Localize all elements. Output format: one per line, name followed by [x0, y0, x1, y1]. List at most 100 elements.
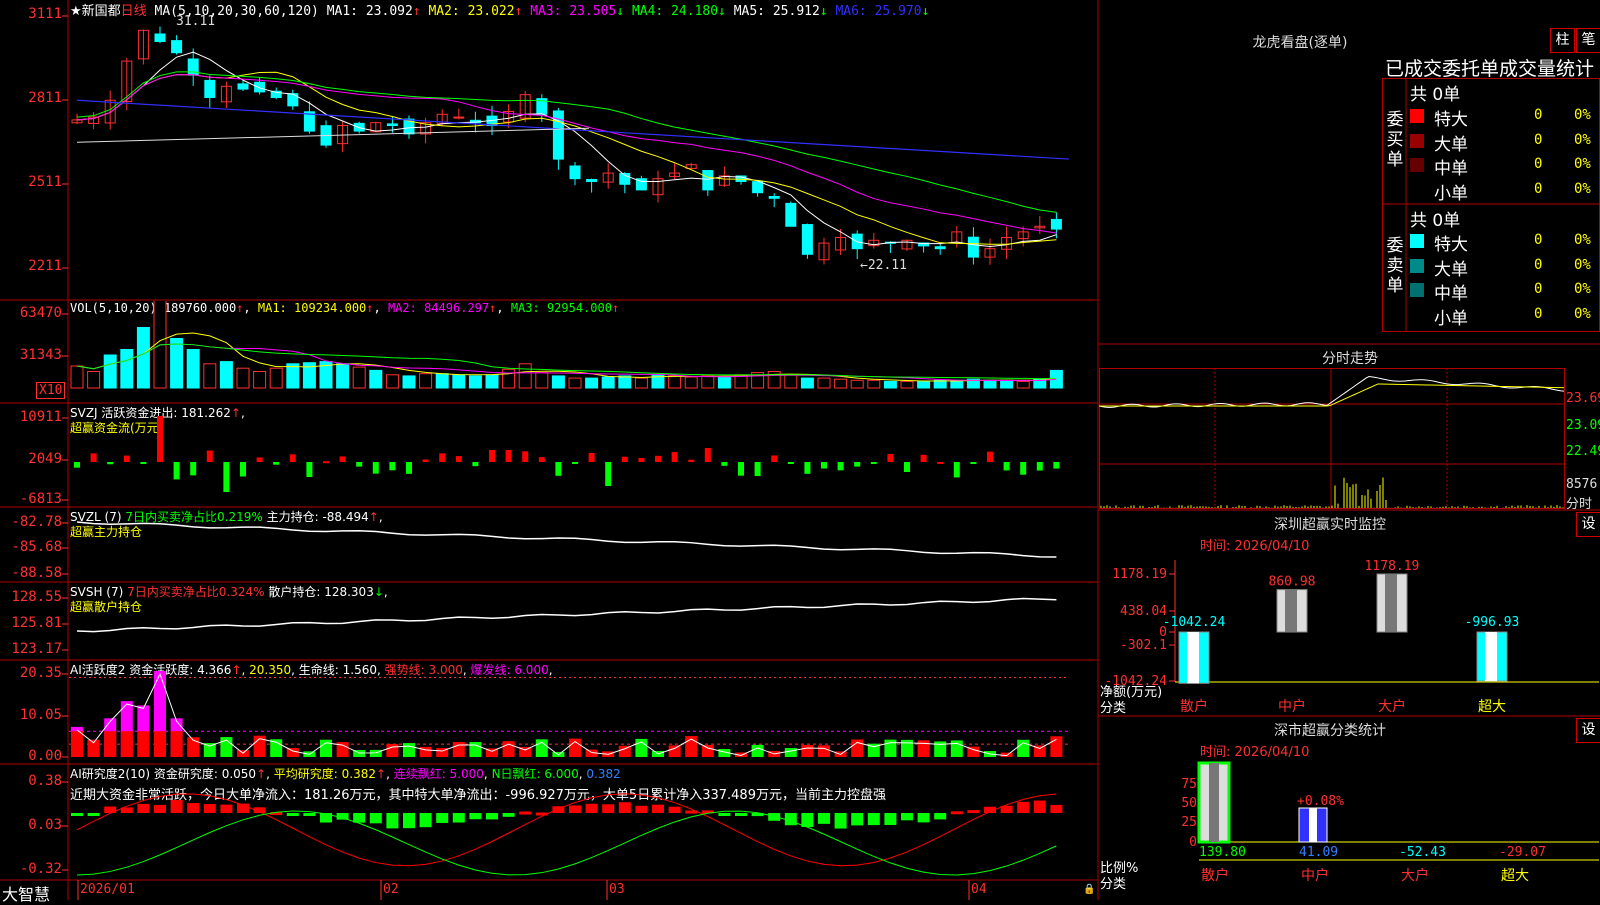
category-label: 超大 — [1501, 868, 1529, 884]
candle-body — [1050, 218, 1062, 230]
ma-line — [76, 99, 1070, 160]
volume-bar — [219, 361, 233, 389]
row-name: 特大 — [1434, 110, 1468, 130]
candle-body — [801, 224, 813, 255]
vol-tick: 63470 — [19, 305, 62, 321]
flow-bar — [1020, 462, 1027, 475]
ai1-tick: 20.35 — [19, 665, 62, 681]
monitor-tick: 1178.19 — [1112, 567, 1167, 582]
row-count: 0 — [1534, 232, 1543, 248]
flow-bar — [804, 462, 811, 474]
flow-bar — [771, 455, 778, 462]
ai2-chart[interactable] — [69, 765, 1097, 879]
vol-unit: X10 — [36, 382, 66, 399]
flow-bar — [173, 462, 180, 480]
research-bar — [569, 805, 581, 813]
date-label: 03 — [609, 882, 625, 897]
volume-bar — [369, 369, 383, 389]
research-bar — [934, 813, 947, 820]
research-bar — [187, 803, 200, 813]
tick-mode-button[interactable]: 笔 — [1576, 28, 1600, 53]
svsh-chart[interactable] — [69, 583, 1097, 659]
svzl-tick: -85.68 — [11, 539, 62, 555]
flow-bar — [787, 462, 794, 464]
monitor-chart[interactable]: 1178.19438.040-302.1-1042.24-1042.24860.… — [1099, 550, 1599, 715]
research-bar — [784, 813, 797, 826]
flow-bar — [837, 462, 844, 471]
research-bar — [220, 804, 233, 813]
flow-bar — [123, 455, 130, 462]
candle-body — [752, 181, 764, 194]
net-value: 1178.19 — [1365, 559, 1420, 574]
volume-bar — [883, 380, 897, 389]
share-value: 41.09 — [1299, 845, 1338, 860]
lock-icon[interactable]: 🔒 — [1083, 884, 1095, 895]
classify-cat-label: 分类 — [1100, 877, 1127, 892]
row-count: 0 — [1534, 305, 1543, 322]
activity-bar — [419, 746, 432, 757]
row-swatch — [1410, 234, 1424, 248]
classify-settings-button[interactable]: 设 — [1576, 718, 1600, 743]
volume-bar — [186, 349, 200, 389]
candle-body — [586, 179, 598, 182]
row-swatch — [1410, 307, 1424, 322]
flow-bar — [505, 450, 512, 462]
row-name: 特大 — [1434, 235, 1468, 255]
flow-bar — [339, 456, 346, 462]
dragon-header: 已成交委托单成交量统计 — [1385, 58, 1595, 80]
volume-bar — [452, 374, 466, 389]
volume-bar — [717, 376, 731, 389]
row-count: 0 — [1534, 256, 1543, 273]
flow-bar — [688, 459, 695, 462]
svzl-tick: -88.58 — [11, 565, 62, 581]
category-label: 大户 — [1401, 867, 1429, 884]
volume-bar — [1000, 379, 1014, 389]
holding-line — [76, 521, 1057, 558]
bar-mode-button[interactable]: 柱 — [1550, 28, 1575, 53]
row-pct: 0% — [1574, 156, 1591, 172]
flow-bar — [572, 462, 578, 464]
research-bar — [336, 813, 349, 820]
classify-chart[interactable]: 75 50 25 0 +0.08% 139.80 41.09 -52.43 -29.07 散户 中户… — [1099, 758, 1599, 900]
research-bar — [170, 799, 183, 813]
row-swatch — [1410, 158, 1424, 172]
monitor-tick: 438.04 — [1120, 604, 1167, 619]
flow-bar — [821, 462, 827, 469]
flow-bar — [970, 462, 977, 464]
research-bar — [801, 813, 814, 827]
svzl-chart[interactable] — [69, 508, 1097, 581]
retail-line — [76, 597, 1057, 633]
ai1-chart[interactable] — [69, 661, 1097, 763]
activity-bar — [801, 744, 814, 757]
share-value: -52.43 — [1399, 845, 1446, 860]
row-name: 中单 — [1434, 159, 1468, 179]
svzj-chart[interactable] — [69, 404, 1097, 506]
volume-bar — [468, 375, 482, 389]
intraday-chart[interactable] — [1099, 368, 1565, 509]
volume-bar — [800, 377, 814, 389]
flow-bar — [1036, 462, 1043, 471]
price-chart[interactable] — [69, 0, 1097, 299]
research-bar — [867, 813, 880, 826]
flow-bar — [140, 462, 147, 464]
category-label: 大户 — [1378, 698, 1406, 715]
price-tick: 2811 — [28, 90, 62, 106]
volume-bar — [634, 377, 648, 389]
volume-bar — [535, 372, 549, 389]
flow-bar — [439, 453, 446, 462]
classify-tick: 25 — [1181, 815, 1197, 830]
activity-bar — [104, 731, 117, 757]
monitor-settings-button[interactable]: 设 — [1576, 512, 1600, 537]
flow-bar — [555, 462, 562, 476]
candle-body — [386, 123, 398, 126]
ai2-tick: -0.32 — [19, 861, 62, 877]
volume-bar — [684, 376, 698, 389]
intraday-tick: 22.49 — [1566, 444, 1600, 459]
ai2-tick: 0.38 — [28, 773, 62, 789]
activity-bar — [154, 731, 166, 757]
monitor-tick: -302.1 — [1120, 638, 1167, 653]
monitor-title: 深圳超赢实时监控 — [1274, 517, 1386, 533]
net-bar-shade — [1485, 632, 1497, 682]
volume-chart[interactable] — [69, 301, 1097, 402]
buy-total: 共 0单 — [1410, 85, 1461, 105]
